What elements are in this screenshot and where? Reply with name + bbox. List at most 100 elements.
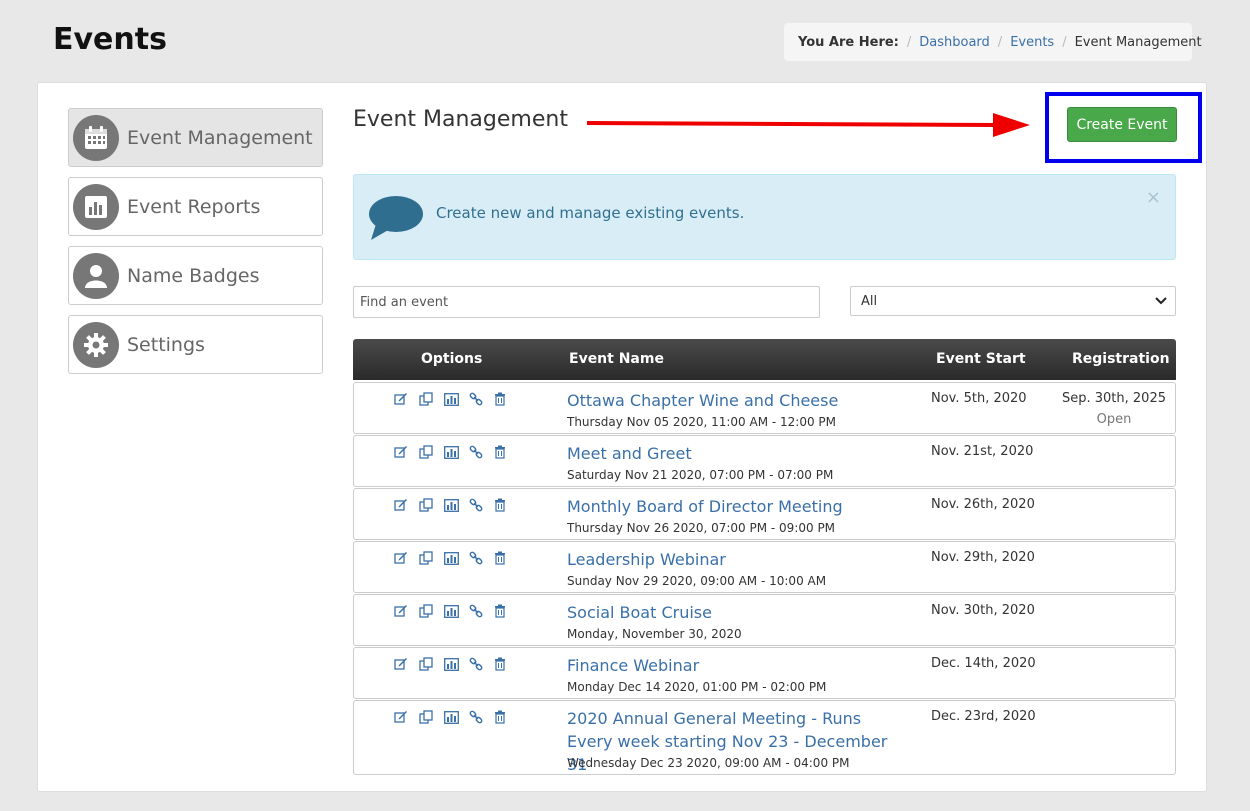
event-start-date: Nov. 30th, 2020 — [931, 603, 1035, 618]
event-datetime: Sunday Nov 29 2020, 09:00 AM - 10:00 AM — [567, 574, 827, 588]
link-icon[interactable] — [469, 445, 494, 459]
search-input[interactable] — [353, 286, 820, 318]
event-datetime: Monday, November 30, 2020 — [567, 627, 742, 641]
info-alert: Create new and manage existing events. × — [353, 174, 1176, 260]
event-start-date: Nov. 29th, 2020 — [931, 550, 1035, 565]
table-row: 2020 Annual General Meeting - Runs Every… — [353, 700, 1176, 775]
sidebar-item-event-reports[interactable]: Event Reports — [68, 177, 323, 236]
section-title: Event Management — [353, 107, 568, 132]
report-icon[interactable] — [444, 710, 469, 724]
event-start-date: Nov. 21st, 2020 — [931, 444, 1034, 459]
sidebar-nav: Event Management Event Reports Name Badg… — [68, 108, 323, 384]
edit-icon[interactable] — [394, 657, 419, 671]
registration-date: Sep. 30th, 2025 — [1062, 391, 1166, 406]
table-row: Leadership Webinar Sunday Nov 29 2020, 09… — [353, 541, 1176, 593]
event-start-date: Dec. 23rd, 2020 — [931, 709, 1036, 724]
content-panel: Event Management Event Reports Name Badg… — [37, 82, 1207, 792]
table-header: Options Event Name Event Start Registrat… — [353, 339, 1176, 380]
row-actions — [394, 498, 519, 512]
edit-icon[interactable] — [394, 604, 419, 618]
link-icon[interactable] — [469, 604, 494, 618]
row-actions — [394, 710, 519, 724]
row-actions — [394, 604, 519, 618]
event-datetime: Thursday Nov 26 2020, 07:00 PM - 09:00 P… — [567, 521, 836, 535]
copy-icon[interactable] — [419, 392, 444, 406]
table-row: Monthly Board of Director Meeting Thursda… — [353, 488, 1176, 540]
breadcrumb-link-dashboard[interactable]: Dashboard — [919, 35, 990, 50]
registration-status: Open — [1096, 412, 1132, 427]
trash-icon[interactable] — [494, 604, 519, 618]
copy-icon[interactable] — [419, 657, 444, 671]
sidebar-item-event-management[interactable]: Event Management — [68, 108, 323, 167]
row-actions — [394, 445, 519, 459]
edit-icon[interactable] — [394, 551, 419, 565]
copy-icon[interactable] — [419, 498, 444, 512]
trash-icon[interactable] — [494, 710, 519, 724]
main-content: Event Management Create Event Create new… — [353, 83, 1202, 791]
status-filter-select[interactable]: All — [850, 286, 1176, 316]
report-icon[interactable] — [444, 445, 469, 459]
copy-icon[interactable] — [419, 445, 444, 459]
report-icon[interactable] — [444, 604, 469, 618]
calendar-icon — [73, 114, 119, 161]
column-header-options: Options — [421, 351, 483, 367]
event-name-link[interactable]: Finance Webinar — [567, 654, 897, 677]
close-icon[interactable]: × — [1146, 187, 1161, 208]
event-rows: Ottawa Chapter Wine and Cheese Thursday N… — [353, 382, 1176, 776]
breadcrumb-current: Event Management — [1074, 34, 1202, 50]
event-name-link[interactable]: Leadership Webinar — [567, 548, 897, 571]
link-icon[interactable] — [469, 657, 494, 671]
column-header-event-name[interactable]: Event Name — [569, 351, 664, 367]
event-datetime: Monday Dec 14 2020, 01:00 PM - 02:00 PM — [567, 680, 827, 694]
edit-icon[interactable] — [394, 498, 419, 512]
copy-icon[interactable] — [419, 551, 444, 565]
sidebar-item-settings[interactable]: Settings — [68, 315, 323, 374]
link-icon[interactable] — [469, 710, 494, 724]
link-icon[interactable] — [469, 498, 494, 512]
table-row: Meet and Greet Saturday Nov 21 2020, 07:0… — [353, 435, 1176, 487]
row-actions — [394, 392, 519, 406]
trash-icon[interactable] — [494, 445, 519, 459]
event-datetime: Thursday Nov 05 2020, 11:00 AM - 12:00 P… — [567, 415, 837, 429]
alert-message: Create new and manage existing events. — [436, 204, 745, 222]
breadcrumb: You Are Here: / Dashboard / Events / Eve… — [784, 23, 1202, 61]
trash-icon[interactable] — [494, 657, 519, 671]
link-icon[interactable] — [469, 551, 494, 565]
page-title: Events — [53, 22, 167, 57]
gear-icon — [73, 321, 119, 368]
breadcrumb-label: You Are Here: — [798, 34, 899, 50]
event-name-link[interactable]: Social Boat Cruise — [567, 601, 897, 624]
trash-icon[interactable] — [494, 392, 519, 406]
report-icon[interactable] — [444, 657, 469, 671]
chevron-down-icon — [1155, 294, 1167, 309]
row-actions — [394, 551, 519, 565]
edit-icon[interactable] — [394, 710, 419, 724]
create-event-button[interactable]: Create Event — [1067, 107, 1177, 142]
report-icon[interactable] — [444, 551, 469, 565]
event-datetime: Wednesday Dec 23 2020, 09:00 AM - 04:00 … — [567, 756, 850, 770]
copy-icon[interactable] — [419, 604, 444, 618]
column-header-event-start[interactable]: Event Start — [936, 351, 1026, 367]
breadcrumb-separator: / — [1062, 34, 1067, 50]
row-actions — [394, 657, 519, 671]
report-icon[interactable] — [444, 498, 469, 512]
sidebar-item-label: Name Badges — [127, 264, 260, 287]
edit-icon[interactable] — [394, 392, 419, 406]
event-start-date: Dec. 14th, 2020 — [931, 656, 1036, 671]
report-icon[interactable] — [444, 392, 469, 406]
column-header-registration[interactable]: Registration — [1072, 351, 1170, 367]
trash-icon[interactable] — [494, 551, 519, 565]
sidebar-item-label: Settings — [127, 333, 205, 356]
copy-icon[interactable] — [419, 710, 444, 724]
event-name-link[interactable]: Meet and Greet — [567, 442, 897, 465]
trash-icon[interactable] — [494, 498, 519, 512]
event-name-link[interactable]: Monthly Board of Director Meeting — [567, 495, 897, 518]
event-name-link[interactable]: Ottawa Chapter Wine and Cheese — [567, 389, 897, 412]
edit-icon[interactable] — [394, 445, 419, 459]
breadcrumb-link-events[interactable]: Events — [1010, 35, 1054, 50]
sidebar-item-label: Event Reports — [127, 195, 261, 218]
link-icon[interactable] — [469, 392, 494, 406]
sidebar-item-name-badges[interactable]: Name Badges — [68, 246, 323, 305]
table-row: Ottawa Chapter Wine and Cheese Thursday N… — [353, 382, 1176, 434]
table-row: Social Boat Cruise Monday, November 30, 2… — [353, 594, 1176, 646]
